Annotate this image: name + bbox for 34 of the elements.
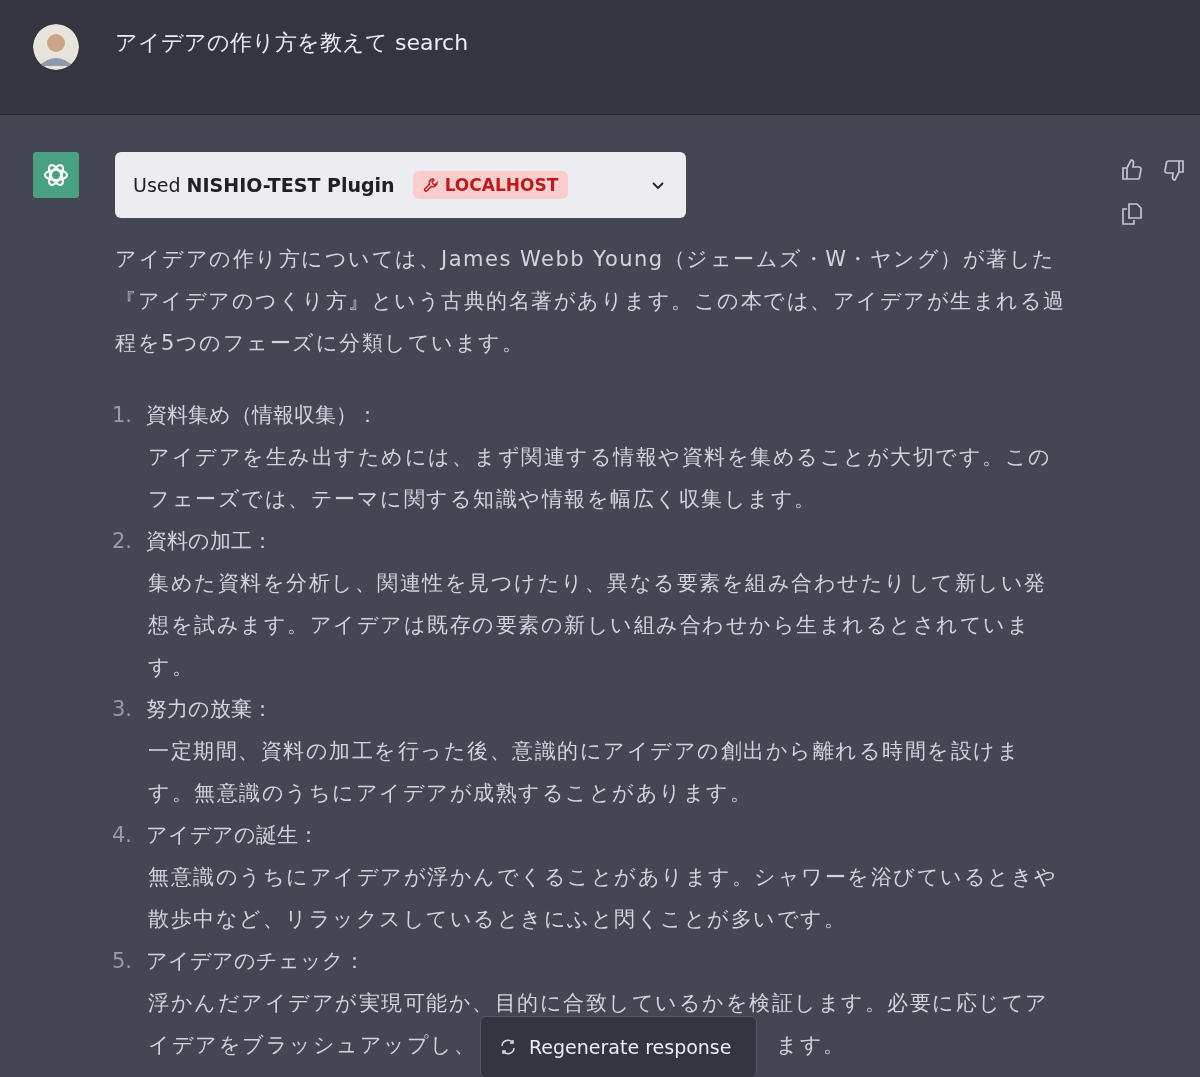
step-text: 一定期間、資料の加工を行った後、意識的にアイデアの創出から離れる時間を設けま: [148, 739, 1020, 763]
list-number: 2.: [112, 528, 134, 555]
step-text: 浮かんだアイデアが実現可能か、目的に合致しているかを検証します。必要に応じてア: [148, 991, 1049, 1015]
step-title: 資料集め（情報収集）：: [146, 402, 378, 429]
user-message: アイデアの作り方を教えて search: [115, 29, 469, 57]
step-title: アイデアの誕生：: [146, 822, 319, 849]
step-text: 集めた資料を分析し、関連性を見つけたり、異なる要素を組み合わせたりして新しい発: [148, 571, 1047, 595]
plugin-label: Used NISHIO-TEST Plugin: [133, 174, 395, 196]
step-text: アイデアを生み出すためには、まず関連する情報や資料を集めることが大切です。この: [148, 445, 1052, 469]
copy-icon[interactable]: [1120, 202, 1144, 226]
step-text: 想を試みます。アイデアは既存の要素の新しい組み合わせから生まれるとされていま: [148, 613, 1030, 637]
step-text: ます。: [776, 1033, 846, 1057]
user-avatar: [33, 24, 79, 70]
step-text: 無意識のうちにアイデアが浮かんでくることがあります。シャワーを浴びているときや: [148, 865, 1058, 889]
answer-paragraph: アイデアの作り方については、James Webb Young（ジェームズ・W・ヤング）が著した 『アイデアのつくり方』という古典的名著があります。この本では、アイデアが生まれる過 程を5つのフェーズに分類しています。: [115, 246, 1067, 357]
step-text: イデアをブラッシュアップし、: [148, 1033, 476, 1057]
step-text: す。無意識のうちにアイデアが成熟することがあります。: [148, 781, 752, 805]
step-title: 資料の加工：: [146, 528, 273, 555]
step-title: 努力の放棄：: [146, 696, 273, 723]
list-number: 3.: [112, 696, 134, 723]
refresh-icon: [499, 1038, 517, 1056]
localhost-badge: LOCALHOST: [412, 171, 569, 199]
list-number: 1.: [112, 402, 134, 429]
step-text: フェーズでは、テーマに関する知識や情報を幅広く収集します。: [148, 487, 817, 511]
list-number: 5.: [112, 948, 134, 975]
assistant-logo-icon: [33, 152, 79, 198]
plugin-header[interactable]: Used NISHIO-TEST Plugin LOCALHOST: [115, 152, 686, 218]
thumbs-down-icon[interactable]: [1162, 158, 1186, 182]
step-text: 散歩中など、リラックスしているときにふと閃くことが多いです。: [148, 907, 846, 931]
thumbs-up-icon[interactable]: [1120, 158, 1144, 182]
regenerate-button[interactable]: Regenerate response: [480, 1016, 757, 1077]
list-number: 4.: [112, 822, 134, 849]
step-title: アイデアのチェック：: [146, 948, 365, 975]
step-text: す。: [148, 655, 194, 679]
